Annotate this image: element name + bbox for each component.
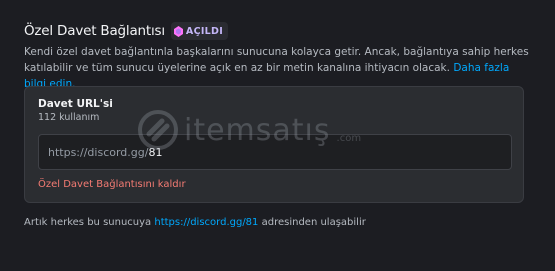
invite-usage-count: 112 kullanım <box>38 112 100 123</box>
badge-label: AÇILDI <box>185 25 224 37</box>
footer-suffix: adresinden ulaşabilir <box>258 217 366 228</box>
remove-vanity-url-link[interactable]: Özel Davet Bağlantısını kaldır <box>38 179 186 190</box>
section-header: Özel Davet Bağlantısı AÇILDI <box>24 22 229 40</box>
footer-note: Artık herkes bu sunucuya https://discord… <box>24 217 366 228</box>
footer-prefix: Artık herkes bu sunucuya <box>24 217 155 228</box>
unlocked-badge: AÇILDI <box>170 22 229 40</box>
invite-url-label: Davet URL'si <box>38 98 113 110</box>
boost-gem-icon <box>173 25 183 37</box>
vanity-url-input[interactable]: https://discord.gg/ 81 <box>38 134 512 170</box>
section-description: Kendi özel davet bağlantınla başkalarını… <box>24 44 534 92</box>
footer-invite-link[interactable]: https://discord.gg/81 <box>154 217 258 228</box>
url-value[interactable]: 81 <box>148 146 162 159</box>
invite-url-card: Davet URL'si 112 kullanım https://discor… <box>24 86 524 203</box>
section-title: Özel Davet Bağlantısı <box>24 23 165 39</box>
url-prefix: https://discord.gg/ <box>48 145 149 159</box>
